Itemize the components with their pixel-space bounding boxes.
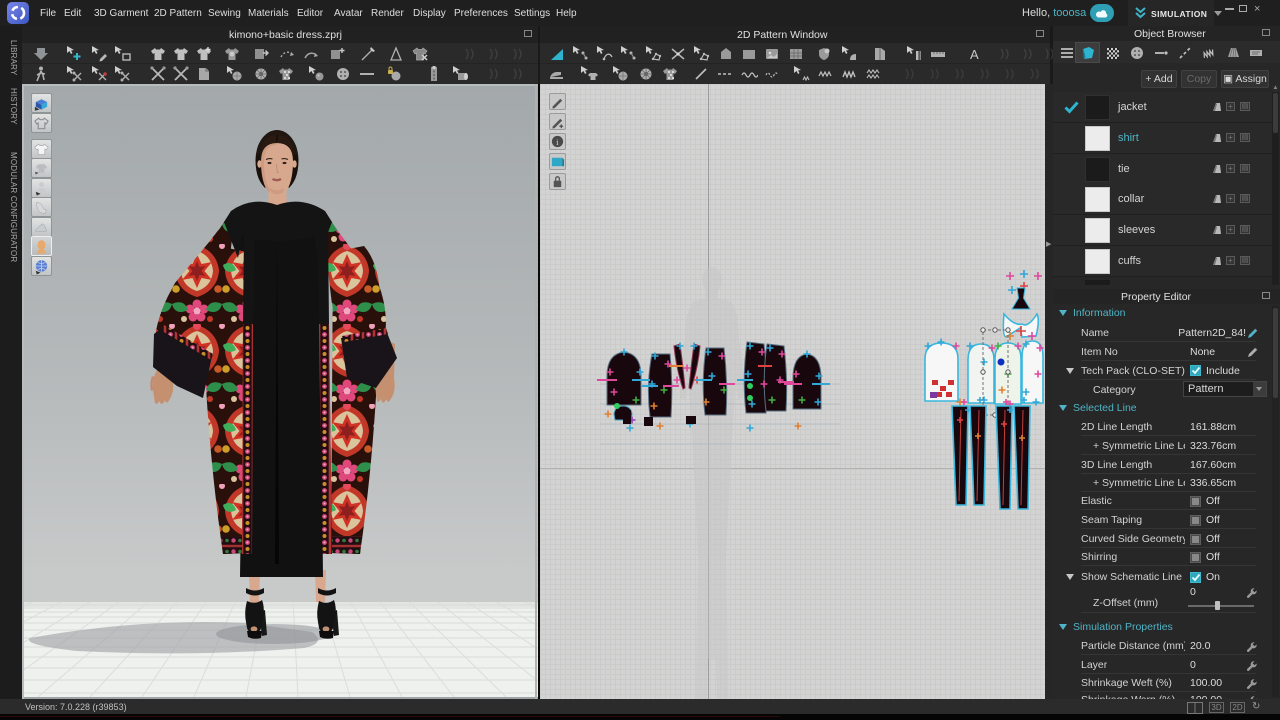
svg-text:A: A xyxy=(970,47,979,62)
